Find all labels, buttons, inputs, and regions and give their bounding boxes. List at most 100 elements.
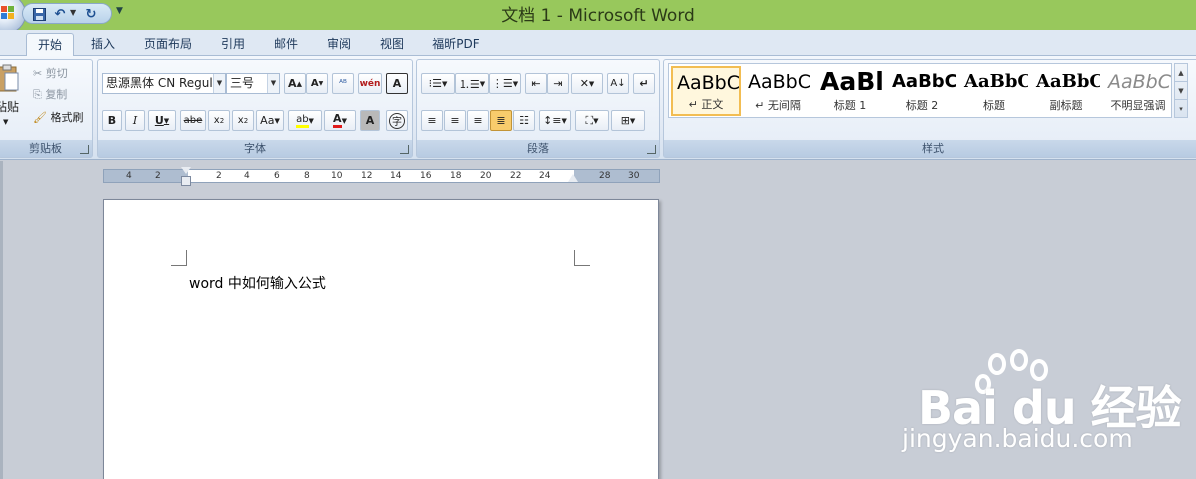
- clear-format-icon[interactable]: ᴬᴮ: [332, 73, 354, 94]
- gallery-up-icon[interactable]: ▲: [1175, 64, 1187, 82]
- ruler-tick: 12: [361, 171, 373, 181]
- style-subtle-emphasis[interactable]: AaBbC 不明显强调: [1103, 66, 1173, 116]
- cut-label: 剪切: [45, 67, 68, 80]
- tab-references[interactable]: 引用: [212, 33, 254, 56]
- font-size-select[interactable]: 三号 ▼: [226, 73, 280, 94]
- style-no-spacing[interactable]: AaBbC ↵ 无间隔: [743, 66, 813, 116]
- style-sample: AaBbC: [892, 71, 957, 92]
- enclose-characters-icon[interactable]: 字: [386, 110, 408, 131]
- clipboard-group-label: 剪贴板: [0, 140, 92, 157]
- format-painter-icon: 🖌: [33, 111, 47, 124]
- ruler-tick: 2: [155, 171, 161, 181]
- cut-button[interactable]: ✂ 剪切: [33, 65, 68, 83]
- font-name-select[interactable]: 思源黑体 CN Regul ▼: [102, 73, 226, 94]
- font-size-dropdown-icon[interactable]: ▼: [267, 74, 279, 93]
- shading-icon[interactable]: ⛶ ▼: [575, 110, 609, 131]
- gallery-more-icon[interactable]: ▾: [1175, 100, 1187, 118]
- quick-access-toolbar: ↶ ▼ ↻: [22, 3, 112, 24]
- subscript-icon[interactable]: x2: [208, 110, 230, 131]
- left-edge: [0, 161, 3, 479]
- customize-qat-icon[interactable]: ▼: [116, 6, 123, 16]
- save-icon[interactable]: [31, 6, 47, 22]
- tab-mailings[interactable]: 邮件: [265, 33, 307, 56]
- superscript-icon[interactable]: x2: [232, 110, 254, 131]
- shrink-font-icon[interactable]: A ▼: [306, 73, 328, 94]
- align-center-icon[interactable]: ≡: [444, 110, 466, 131]
- document-text[interactable]: word 中如何输入公式: [189, 273, 326, 293]
- paragraph-group: ⁝☰ ▼ ⒈☰ ▼ ⋮☰ ▼ ⇤ ⇥ ✕ ▼ A↓ ↵ ≡ ≡ ≡ ≣ ☷ ↕≡ ▼ ⛶ ▼…: [416, 59, 660, 158]
- underline-icon[interactable]: U ▼: [148, 110, 176, 131]
- ribbon: 粘贴 ▼ ✂ 剪切 ⎘ 复制 🖌 格式刷 剪贴板 思源黑体 CN Regul ▼…: [0, 56, 1196, 160]
- style-name: 标题 1: [833, 99, 867, 112]
- ruler-tick: 16: [420, 171, 432, 181]
- undo-icon[interactable]: ↶: [52, 6, 68, 22]
- ruler-tick: 6: [274, 171, 280, 181]
- crop-mark-left: [171, 250, 187, 266]
- align-left-icon[interactable]: ≡: [421, 110, 443, 131]
- line-spacing-icon[interactable]: ↕≡ ▼: [539, 110, 571, 131]
- borders-icon[interactable]: ⊞ ▼: [611, 110, 645, 131]
- style-heading-2[interactable]: AaBbC 标题 2: [887, 66, 957, 116]
- italic-icon[interactable]: I: [125, 110, 145, 131]
- justify-icon[interactable]: ≣: [490, 110, 512, 131]
- font-launcher-icon[interactable]: [400, 145, 409, 154]
- style-sample: AaBbC: [964, 71, 1029, 92]
- style-name: 不明显强调: [1110, 99, 1166, 112]
- style-title[interactable]: AaBbC 标题: [959, 66, 1029, 116]
- strikethrough-icon[interactable]: abe: [180, 110, 206, 131]
- left-indent-marker[interactable]: [181, 176, 191, 186]
- distributed-icon[interactable]: ☷: [513, 110, 535, 131]
- window-title: 文档 1 - Microsoft Word: [501, 6, 695, 26]
- font-size-value: 三号: [230, 76, 255, 90]
- show-marks-icon[interactable]: ↵: [633, 73, 655, 94]
- font-name-dropdown-icon[interactable]: ▼: [213, 74, 225, 93]
- copy-icon: ⎘: [33, 88, 42, 101]
- character-shading-icon[interactable]: A: [360, 110, 380, 131]
- change-case-icon[interactable]: Aa ▼: [256, 110, 284, 131]
- phonetic-guide-icon[interactable]: wén: [358, 73, 382, 94]
- tab-review[interactable]: 审阅: [318, 33, 360, 56]
- style-heading-1[interactable]: AaBl 标题 1: [815, 66, 885, 116]
- document-page[interactable]: word 中如何输入公式: [103, 199, 659, 479]
- right-indent-marker[interactable]: [568, 174, 578, 182]
- font-color-icon[interactable]: A ▼: [324, 110, 356, 131]
- sort-icon[interactable]: A↓: [607, 73, 629, 94]
- copy-button[interactable]: ⎘ 复制: [33, 86, 67, 104]
- paste-dropdown-icon[interactable]: ▼: [3, 118, 8, 126]
- style-name: 标题 2: [905, 99, 939, 112]
- numbering-icon[interactable]: ⒈☰ ▼: [455, 73, 489, 94]
- tab-home[interactable]: 开始: [26, 33, 74, 56]
- first-line-indent-marker[interactable]: [181, 167, 191, 174]
- align-right-icon[interactable]: ≡: [467, 110, 489, 131]
- tab-insert[interactable]: 插入: [82, 33, 124, 56]
- style-sample: AaBbC: [677, 72, 741, 94]
- styles-gallery: AaBbC ↵ 正文 AaBbC ↵ 无间隔 AaBl 标题 1 AaBbC 标…: [668, 63, 1172, 118]
- font-name-value: 思源黑体 CN Regul: [106, 76, 213, 90]
- decrease-indent-icon[interactable]: ⇤: [525, 73, 547, 94]
- ruler-tick: 24: [539, 171, 551, 181]
- grow-font-icon[interactable]: A ▲: [284, 73, 306, 94]
- bullets-icon[interactable]: ⁝☰ ▼: [421, 73, 455, 94]
- bold-icon[interactable]: B: [102, 110, 122, 131]
- tab-page-layout[interactable]: 页面布局: [136, 33, 200, 56]
- style-subtitle[interactable]: AaBbC 副标题: [1031, 66, 1101, 116]
- format-painter-button[interactable]: 🖌 格式刷: [33, 109, 83, 127]
- undo-dropdown-icon[interactable]: ▼: [70, 8, 76, 17]
- gallery-down-icon[interactable]: ▼: [1175, 82, 1187, 100]
- paste-button[interactable]: 粘贴 ▼: [0, 62, 21, 134]
- redo-icon[interactable]: ↻: [83, 6, 99, 22]
- tab-view[interactable]: 视图: [371, 33, 413, 56]
- ruler-tick: 22: [510, 171, 522, 181]
- multilevel-list-icon[interactable]: ⋮☰ ▼: [489, 73, 521, 94]
- chinese-layout-icon[interactable]: ✕ ▼: [571, 73, 603, 94]
- increase-indent-icon[interactable]: ⇥: [547, 73, 569, 94]
- highlight-icon[interactable]: ab ▼: [288, 110, 322, 131]
- clipboard-launcher-icon[interactable]: [80, 145, 89, 154]
- paragraph-launcher-icon[interactable]: [647, 145, 656, 154]
- tab-foxit-pdf[interactable]: 福昕PDF: [424, 33, 488, 56]
- ruler-tick: 4: [244, 171, 250, 181]
- character-border-icon[interactable]: A: [386, 73, 408, 94]
- style-name: ↵ 无间隔: [755, 99, 801, 112]
- style-normal[interactable]: AaBbC ↵ 正文: [671, 66, 741, 116]
- format-painter-label: 格式刷: [50, 111, 84, 124]
